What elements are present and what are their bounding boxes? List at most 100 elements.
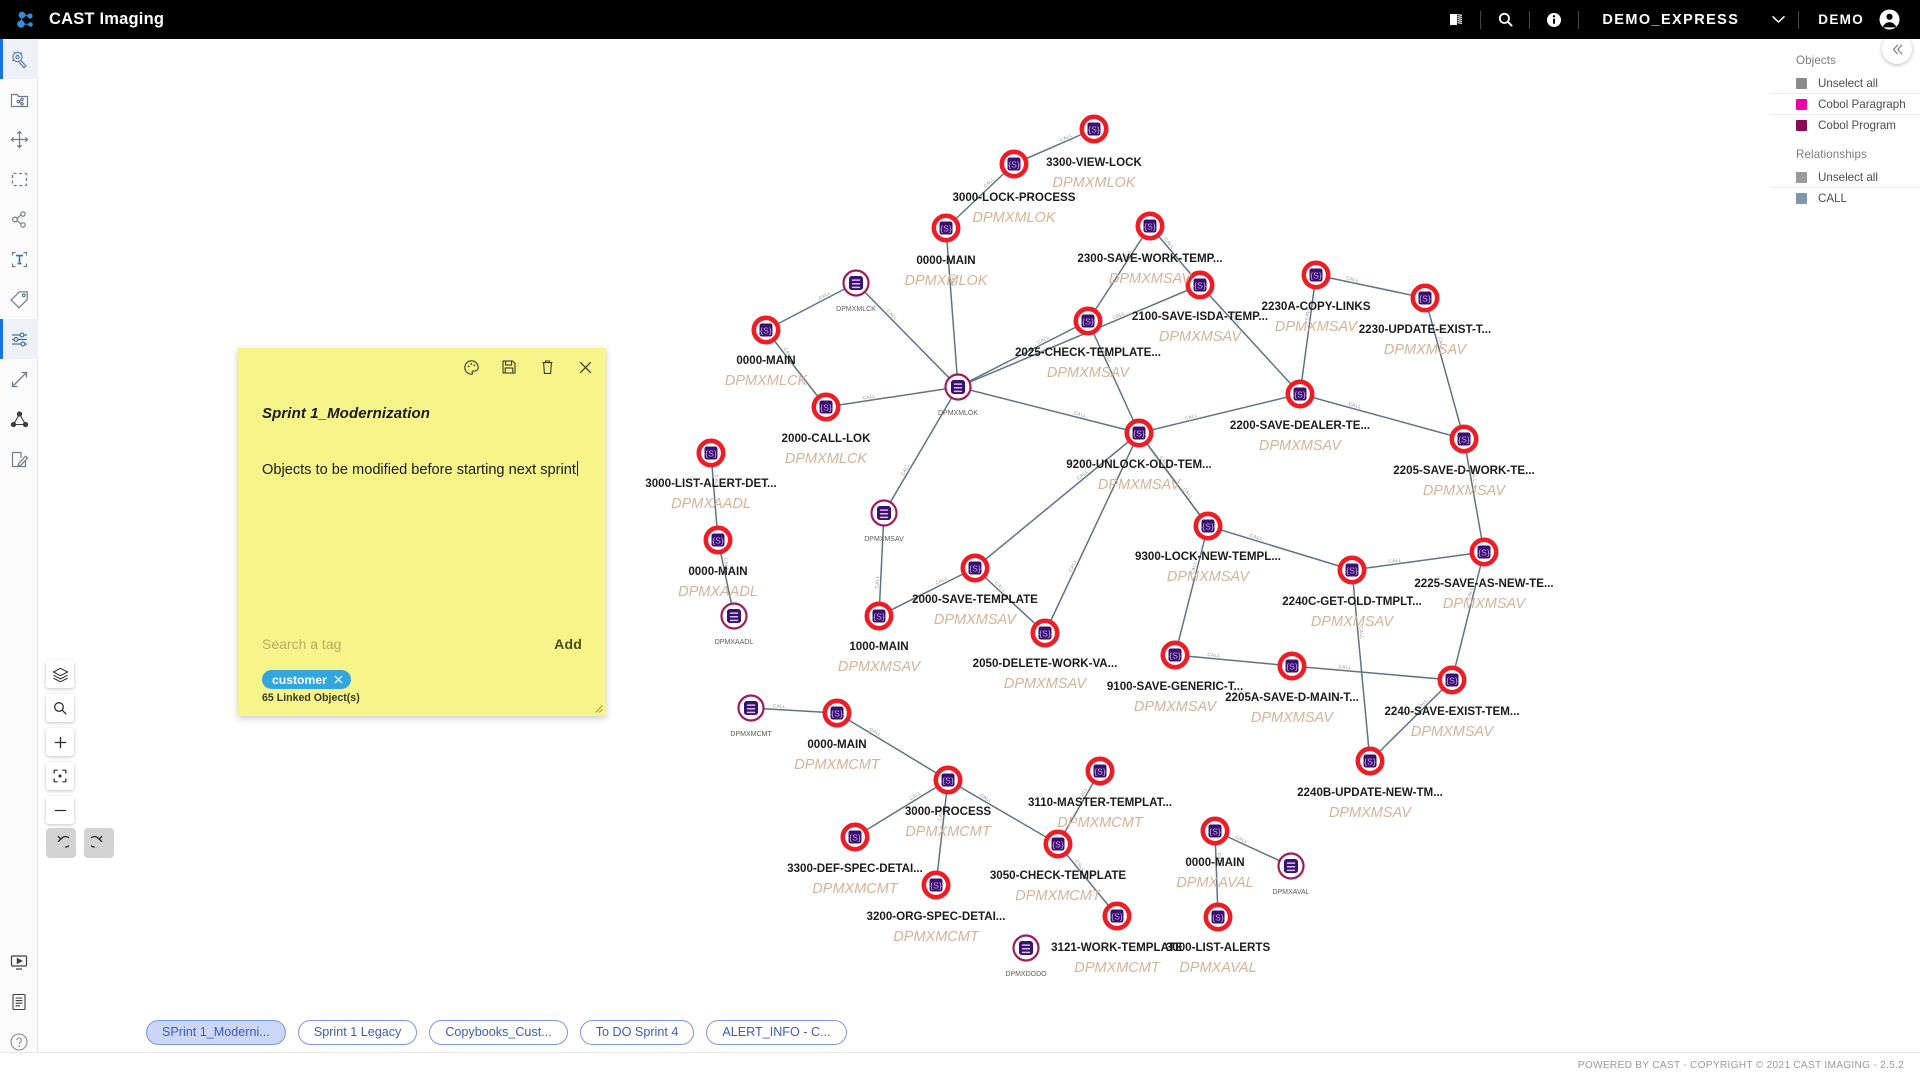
graph-edge[interactable] bbox=[765, 329, 827, 408]
sidebar-item-filter-settings[interactable] bbox=[0, 319, 38, 359]
graph-node-paragraph[interactable]: {S} bbox=[1135, 211, 1165, 241]
graph-node-program[interactable] bbox=[720, 602, 748, 630]
legend-relationship-row[interactable]: CALL bbox=[1770, 188, 1920, 209]
graph-node-paragraph[interactable]: {S} bbox=[1277, 651, 1307, 681]
graph-node-paragraph[interactable]: {S} bbox=[1285, 379, 1315, 409]
search-icon[interactable] bbox=[46, 694, 74, 722]
close-icon[interactable] bbox=[576, 358, 594, 376]
trash-icon[interactable] bbox=[538, 358, 556, 376]
graph-node-paragraph[interactable]: {S} bbox=[703, 525, 733, 555]
bottom-tab-1[interactable]: Sprint 1 Legacy bbox=[297, 1019, 418, 1045]
zoom-out-icon[interactable] bbox=[46, 796, 74, 824]
search-icon[interactable] bbox=[1488, 0, 1522, 39]
legend-object-row[interactable]: Cobol Program bbox=[1770, 115, 1920, 136]
graph-node-paragraph[interactable]: {S} bbox=[931, 213, 961, 243]
sidebar-item-move[interactable] bbox=[0, 119, 38, 159]
project-selector-label[interactable]: DEMO_EXPRESS bbox=[1586, 12, 1745, 28]
graph-node-program[interactable] bbox=[944, 373, 972, 401]
resize-handle-icon[interactable] bbox=[594, 704, 603, 713]
graph-edge[interactable] bbox=[1315, 274, 1426, 299]
sidebar-item-expand[interactable] bbox=[0, 359, 38, 399]
graph-node-paragraph[interactable]: {S} bbox=[1203, 902, 1233, 932]
sidebar-item-folder-share[interactable] bbox=[0, 79, 38, 119]
graph-edge[interactable] bbox=[1174, 525, 1209, 656]
palette-icon[interactable] bbox=[462, 358, 480, 376]
bottom-tab-4[interactable]: ALERT_INFO - C... bbox=[706, 1019, 847, 1045]
sticky-note-title[interactable]: Sprint 1_Modernization bbox=[262, 405, 572, 422]
graph-node-paragraph[interactable]: {S} bbox=[1124, 418, 1154, 448]
graph-edge[interactable] bbox=[878, 567, 976, 617]
layers-icon[interactable] bbox=[46, 660, 74, 688]
graph-node-program[interactable] bbox=[1277, 852, 1305, 880]
bottom-tab-2[interactable]: Copybooks_Cust... bbox=[429, 1019, 568, 1045]
graph-node-paragraph[interactable]: {S} bbox=[822, 698, 852, 728]
graph-node-paragraph[interactable]: {S} bbox=[960, 553, 990, 583]
close-icon[interactable] bbox=[334, 675, 343, 684]
graph-node-paragraph[interactable]: {S} bbox=[811, 392, 841, 422]
graph-edge[interactable] bbox=[945, 227, 959, 388]
graph-edge[interactable] bbox=[1299, 393, 1465, 440]
graph-node-paragraph[interactable]: {S} bbox=[1185, 270, 1215, 300]
sidebar-item-presentation[interactable] bbox=[0, 942, 38, 982]
sidebar-item-tag[interactable] bbox=[0, 279, 38, 319]
graph-node-paragraph[interactable]: {S} bbox=[1043, 829, 1073, 859]
bottom-tab-3[interactable]: To DO Sprint 4 bbox=[579, 1019, 695, 1045]
sticky-note-body[interactable]: Objects to be modified before starting n… bbox=[262, 460, 592, 480]
graph-edge[interactable] bbox=[1369, 679, 1453, 762]
graph-edge[interactable] bbox=[1451, 551, 1485, 681]
sidebar-item-edit-note[interactable] bbox=[0, 439, 38, 479]
graph-node-paragraph[interactable]: {S} bbox=[999, 149, 1029, 179]
graph-node-paragraph[interactable]: {S} bbox=[1030, 618, 1060, 648]
graph-node-paragraph[interactable]: {S} bbox=[696, 438, 726, 468]
graph-node-paragraph[interactable]: {S} bbox=[1073, 306, 1103, 336]
zoom-in-icon[interactable] bbox=[46, 728, 74, 756]
graph-node-paragraph[interactable]: {S} bbox=[1085, 756, 1115, 786]
graph-node-paragraph[interactable]: {S} bbox=[864, 601, 894, 631]
user-avatar-icon[interactable] bbox=[1874, 0, 1904, 39]
graph-node-paragraph[interactable]: {S} bbox=[921, 870, 951, 900]
graph-edge[interactable] bbox=[883, 386, 959, 514]
graph-node-program[interactable] bbox=[842, 269, 870, 297]
sidebar-item-graph-nodes[interactable] bbox=[0, 199, 38, 239]
graph-node-paragraph[interactable]: {S} bbox=[1469, 537, 1499, 567]
graph-edge[interactable] bbox=[1424, 297, 1465, 440]
tag-chip-customer[interactable]: customer bbox=[262, 670, 351, 689]
tag-search-input[interactable] bbox=[262, 636, 462, 652]
legend-object-row[interactable]: Cobol Paragraph bbox=[1770, 94, 1920, 115]
graph-edge[interactable] bbox=[855, 282, 959, 388]
info-icon[interactable] bbox=[1537, 0, 1571, 39]
graph-edge[interactable] bbox=[1291, 665, 1453, 681]
undo-icon[interactable] bbox=[46, 828, 76, 858]
chevron-down-icon[interactable] bbox=[1765, 0, 1791, 39]
report-icon[interactable] bbox=[1439, 0, 1473, 39]
graph-node-paragraph[interactable]: {S} bbox=[1079, 114, 1109, 144]
graph-edge[interactable] bbox=[825, 386, 959, 408]
graph-node-program[interactable] bbox=[870, 499, 898, 527]
graph-edge[interactable] bbox=[878, 512, 885, 617]
graph-node-paragraph[interactable]: {S} bbox=[1102, 901, 1132, 931]
graph-node-paragraph[interactable]: {S} bbox=[840, 822, 870, 852]
graph-edge[interactable] bbox=[1207, 525, 1353, 571]
redo-icon[interactable] bbox=[84, 828, 114, 858]
sidebar-item-select-area[interactable] bbox=[0, 159, 38, 199]
sidebar-item-text-select[interactable] bbox=[0, 239, 38, 279]
sidebar-item-investigate[interactable] bbox=[0, 39, 38, 79]
graph-node-program[interactable] bbox=[1012, 934, 1040, 962]
graph-node-paragraph[interactable]: {S} bbox=[1355, 746, 1385, 776]
sidebar-item-network[interactable] bbox=[0, 399, 38, 439]
graph-edge[interactable] bbox=[1174, 654, 1293, 667]
graph-node-paragraph[interactable]: {S} bbox=[1193, 511, 1223, 541]
fit-to-screen-icon[interactable] bbox=[46, 762, 74, 790]
graph-node-paragraph[interactable]: {S} bbox=[1410, 283, 1440, 313]
sticky-note-card[interactable]: Sprint 1_Modernization Objects to be mod… bbox=[238, 348, 606, 716]
graph-edge[interactable] bbox=[1351, 551, 1485, 571]
add-tag-button[interactable]: Add bbox=[554, 636, 582, 652]
graph-node-paragraph[interactable]: {S} bbox=[1337, 555, 1367, 585]
graph-edge[interactable] bbox=[974, 432, 1140, 569]
legend-relationship-row[interactable]: Unselect all bbox=[1770, 167, 1920, 188]
graph-edge[interactable] bbox=[957, 386, 1140, 434]
graph-node-program[interactable] bbox=[737, 694, 765, 722]
graph-node-paragraph[interactable]: {S} bbox=[751, 315, 781, 345]
bottom-tab-0[interactable]: SPrint 1_Moderni... bbox=[146, 1019, 286, 1045]
graph-node-paragraph[interactable]: {S} bbox=[1449, 424, 1479, 454]
